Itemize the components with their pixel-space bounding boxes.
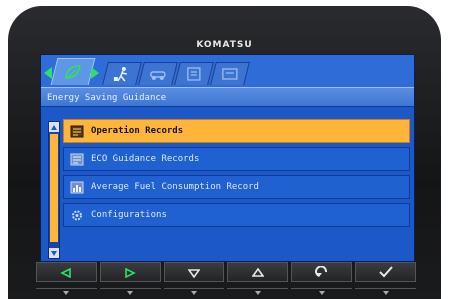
- scroll-down-icon[interactable]: [49, 248, 59, 258]
- f5-return-button[interactable]: [291, 262, 353, 282]
- screen-icon: [222, 67, 238, 81]
- leaf-icon: [64, 64, 82, 80]
- return-icon: [314, 263, 329, 282]
- settings-icon: [69, 208, 85, 222]
- f4-up-button[interactable]: [227, 262, 289, 282]
- left-arrow-icon: [60, 263, 72, 282]
- f2-right-button[interactable]: [99, 262, 161, 282]
- menu-item-configurations[interactable]: Configurations: [63, 203, 410, 227]
- scrollbar[interactable]: [48, 121, 60, 259]
- indicator-mark: [163, 288, 225, 296]
- menu-list: Operation Records ECO Guidance Records A…: [63, 119, 410, 231]
- scroll-up-icon[interactable]: [49, 122, 59, 132]
- f6-confirm-button[interactable]: [355, 262, 416, 282]
- check-icon: [378, 263, 393, 282]
- records-icon: [69, 124, 85, 138]
- tab-bar: [41, 55, 414, 87]
- menu-item-operation-records[interactable]: Operation Records: [63, 119, 410, 143]
- screen-title: Energy Saving Guidance: [41, 87, 414, 107]
- indicator-mark: [227, 288, 289, 296]
- monitor-screen: Energy Saving Guidance Operation Records…: [40, 54, 415, 262]
- tab-energy-saving[interactable]: [50, 58, 96, 85]
- indicator-mark: [36, 288, 97, 296]
- f3-down-button[interactable]: [163, 262, 225, 282]
- fuel-chart-icon: [69, 180, 85, 194]
- list-icon: [186, 67, 202, 81]
- tab-display[interactable]: [210, 62, 250, 85]
- tab-next-icon[interactable]: [91, 67, 99, 79]
- right-arrow-icon: [124, 263, 137, 282]
- machine-icon: [148, 67, 168, 81]
- menu-item-label: Configurations: [91, 210, 167, 220]
- indicator-mark: [99, 288, 161, 296]
- indicator-mark: [355, 288, 416, 296]
- function-button-row: [36, 262, 416, 282]
- tab-machine[interactable]: [138, 62, 178, 85]
- eco-records-icon: [69, 152, 85, 166]
- button-indicator-row: [36, 288, 416, 296]
- menu-item-label: ECO Guidance Records: [91, 154, 200, 164]
- up-arrow-icon: [251, 263, 265, 282]
- scroll-thumb[interactable]: [50, 134, 58, 242]
- down-arrow-icon: [187, 263, 201, 282]
- menu-item-average-fuel-consumption[interactable]: Average Fuel Consumption Record: [63, 175, 410, 199]
- menu-item-label: Operation Records: [91, 126, 184, 136]
- brand-logo: KOMATSU: [196, 40, 253, 50]
- worker-icon: [113, 66, 131, 82]
- menu-item-label: Average Fuel Consumption Record: [91, 182, 259, 192]
- tab-list[interactable]: [174, 62, 214, 85]
- f1-left-button[interactable]: [36, 262, 97, 282]
- menu-item-eco-guidance-records[interactable]: ECO Guidance Records: [63, 147, 410, 171]
- tab-operator[interactable]: [102, 62, 142, 85]
- indicator-mark: [291, 288, 353, 296]
- tab-prev-icon[interactable]: [44, 67, 52, 79]
